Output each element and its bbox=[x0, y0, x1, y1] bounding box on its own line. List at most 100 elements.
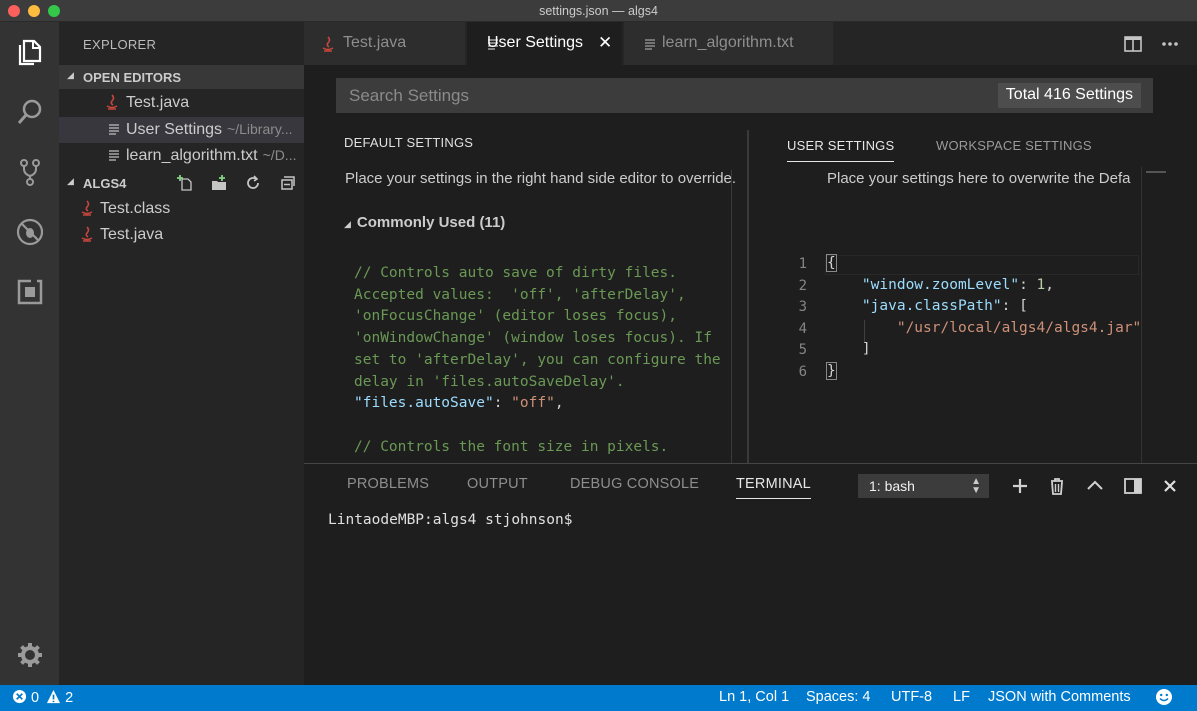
refresh-button[interactable] bbox=[244, 174, 262, 192]
terminal-select[interactable]: 1: bash ▲ ▼ bbox=[858, 474, 989, 498]
encoding-setting[interactable]: UTF-8 bbox=[891, 689, 932, 705]
open-editor-item[interactable]: User Settings ~/Library... bbox=[59, 117, 304, 143]
setting-key[interactable]: "files.autoSave" bbox=[354, 395, 494, 411]
open-editors-section[interactable]: ◢ OPEN EDITORS bbox=[59, 65, 304, 89]
extensions-icon bbox=[17, 279, 42, 305]
default-settings-description: Place your settings in the right hand si… bbox=[345, 170, 737, 187]
commonly-used-group[interactable]: ◢ Commonly Used (11) bbox=[344, 214, 505, 231]
open-editor-item[interactable]: learn_algorithm.txt ~/D... bbox=[59, 143, 304, 169]
tab-test-java[interactable]: Test.java bbox=[304, 22, 466, 65]
folder-label: ALGS4 bbox=[83, 176, 127, 191]
chevron-down-icon: ◢ bbox=[67, 176, 74, 186]
code-line[interactable]: "java.classPath": [ bbox=[827, 298, 1028, 314]
tab-problems[interactable]: PROBLEMS bbox=[347, 476, 429, 492]
user-settings-description: Place your settings here to overwrite th… bbox=[827, 170, 1131, 187]
manage-activity[interactable] bbox=[0, 630, 59, 680]
files-icon bbox=[18, 39, 41, 66]
more-actions-button[interactable] bbox=[1160, 34, 1180, 54]
tab-label: User Settings bbox=[487, 34, 584, 51]
toggle-panel-position-button[interactable] bbox=[1122, 475, 1144, 497]
comment-line: 'onFocusChange' (editor loses focus), bbox=[354, 308, 678, 325]
open-editor-name: Test.java bbox=[126, 94, 190, 111]
group-label: Commonly Used (11) bbox=[356, 214, 506, 231]
open-editor-item[interactable]: Test.java bbox=[59, 90, 304, 116]
code-line[interactable]: } bbox=[826, 362, 837, 380]
maximize-panel-button[interactable] bbox=[1084, 475, 1106, 497]
cursor-position[interactable]: Ln 1, Col 1 bbox=[719, 689, 789, 705]
comment-line: 'onWindowChange' (window loses focus). I… bbox=[354, 330, 712, 347]
search-activity[interactable] bbox=[0, 87, 59, 137]
search-settings-box: Total 416 Settings bbox=[336, 78, 1153, 113]
search-icon bbox=[17, 99, 41, 124]
user-settings-tab-label: USER SETTINGS bbox=[787, 138, 895, 153]
default-settings-title: DEFAULT SETTINGS bbox=[344, 135, 474, 150]
close-icon bbox=[1164, 480, 1176, 492]
scrollbar-track[interactable] bbox=[731, 170, 732, 463]
split-editor-icon bbox=[1124, 36, 1142, 52]
setting-value[interactable]: "off" bbox=[511, 395, 555, 411]
split-editor-button[interactable] bbox=[1123, 34, 1143, 54]
java-file-icon bbox=[81, 200, 93, 216]
refresh-icon bbox=[247, 175, 259, 189]
tab-user-settings[interactable]: User Settings ✕ bbox=[467, 22, 623, 65]
tab-learn-algorithm[interactable]: learn_algorithm.txt bbox=[624, 22, 834, 65]
feedback-button[interactable] bbox=[1155, 688, 1173, 710]
search-settings-input[interactable] bbox=[336, 78, 976, 113]
comment-line: Accepted values: 'off', 'afterDelay', bbox=[354, 286, 686, 303]
tab-workspace-settings-scope[interactable]: WORKSPACE SETTINGS bbox=[936, 138, 1092, 153]
chevron-down-icon: ◢ bbox=[344, 219, 351, 229]
tab-user-settings-scope[interactable]: USER SETTINGS bbox=[787, 138, 895, 162]
new-folder-button[interactable] bbox=[210, 174, 228, 192]
code-line[interactable]: ] bbox=[827, 341, 871, 357]
gear-icon bbox=[17, 643, 42, 667]
eol-setting[interactable]: LF bbox=[953, 689, 970, 705]
new-file-button[interactable] bbox=[177, 174, 195, 192]
setting-value: "/usr/local/algs4/algs4.jar" bbox=[896, 320, 1142, 336]
line-number: 4 bbox=[798, 321, 807, 337]
ellipsis-icon bbox=[1162, 42, 1178, 46]
code-line[interactable]: "/usr/local/algs4/algs4.jar" bbox=[827, 320, 1141, 336]
tab-terminal[interactable]: TERMINAL bbox=[736, 476, 811, 499]
explorer-sidebar: EXPLORER ◢ OPEN EDITORS Test.java User S… bbox=[59, 22, 304, 685]
minimap[interactable] bbox=[1141, 167, 1177, 463]
comment-line: // Controls the font size in pixels. bbox=[354, 438, 669, 455]
new-terminal-button[interactable] bbox=[1009, 475, 1031, 497]
line-number: 5 bbox=[798, 342, 807, 358]
collapse-all-button[interactable] bbox=[278, 174, 296, 192]
tab-output[interactable]: OUTPUT bbox=[467, 476, 528, 492]
explorer-activity[interactable] bbox=[0, 27, 59, 77]
java-file-icon bbox=[106, 94, 118, 110]
file-tree-item[interactable]: Test.java bbox=[59, 222, 304, 248]
brace: { bbox=[826, 254, 837, 272]
file-tree-item[interactable]: Test.class bbox=[59, 196, 304, 222]
close-panel-button[interactable] bbox=[1159, 475, 1181, 497]
terminal-prompt[interactable]: LintaodeMBP:algs4 stjohnson$ bbox=[328, 512, 572, 528]
code-line[interactable]: "window.zoomLevel": 1, bbox=[827, 277, 1054, 293]
tab-debug-console[interactable]: DEBUG CONSOLE bbox=[570, 476, 699, 492]
chevron-down-icon: ◢ bbox=[67, 70, 74, 80]
language-mode[interactable]: JSON with Comments bbox=[988, 689, 1131, 705]
code-line[interactable]: { bbox=[826, 254, 837, 272]
java-file-icon bbox=[81, 226, 93, 242]
indentation-setting[interactable]: Spaces: 4 bbox=[806, 689, 871, 705]
open-editors-label: OPEN EDITORS bbox=[83, 70, 182, 85]
line-number: 2 bbox=[798, 278, 807, 294]
debug-icon bbox=[16, 218, 43, 246]
debug-activity[interactable] bbox=[0, 207, 59, 257]
problems-status[interactable]: 0 2 bbox=[12, 689, 73, 706]
current-line-highlight bbox=[825, 255, 1139, 275]
extensions-activity[interactable] bbox=[0, 267, 59, 317]
folder-section[interactable]: ◢ ALGS4 bbox=[59, 171, 304, 195]
tab-label: learn_algorithm.txt bbox=[662, 34, 794, 51]
open-editor-path: ~/D... bbox=[262, 147, 297, 163]
source-control-activity[interactable] bbox=[0, 147, 59, 197]
trash-icon bbox=[1051, 478, 1063, 495]
panel-layout-icon bbox=[1124, 478, 1142, 494]
chevron-up-icon bbox=[1087, 480, 1103, 490]
indent-guide bbox=[864, 320, 865, 342]
close-icon[interactable]: ✕ bbox=[598, 33, 612, 53]
kill-terminal-button[interactable] bbox=[1046, 475, 1068, 497]
warning-icon bbox=[47, 689, 61, 704]
line-number: 3 bbox=[798, 299, 807, 315]
java-file-icon bbox=[322, 36, 334, 52]
